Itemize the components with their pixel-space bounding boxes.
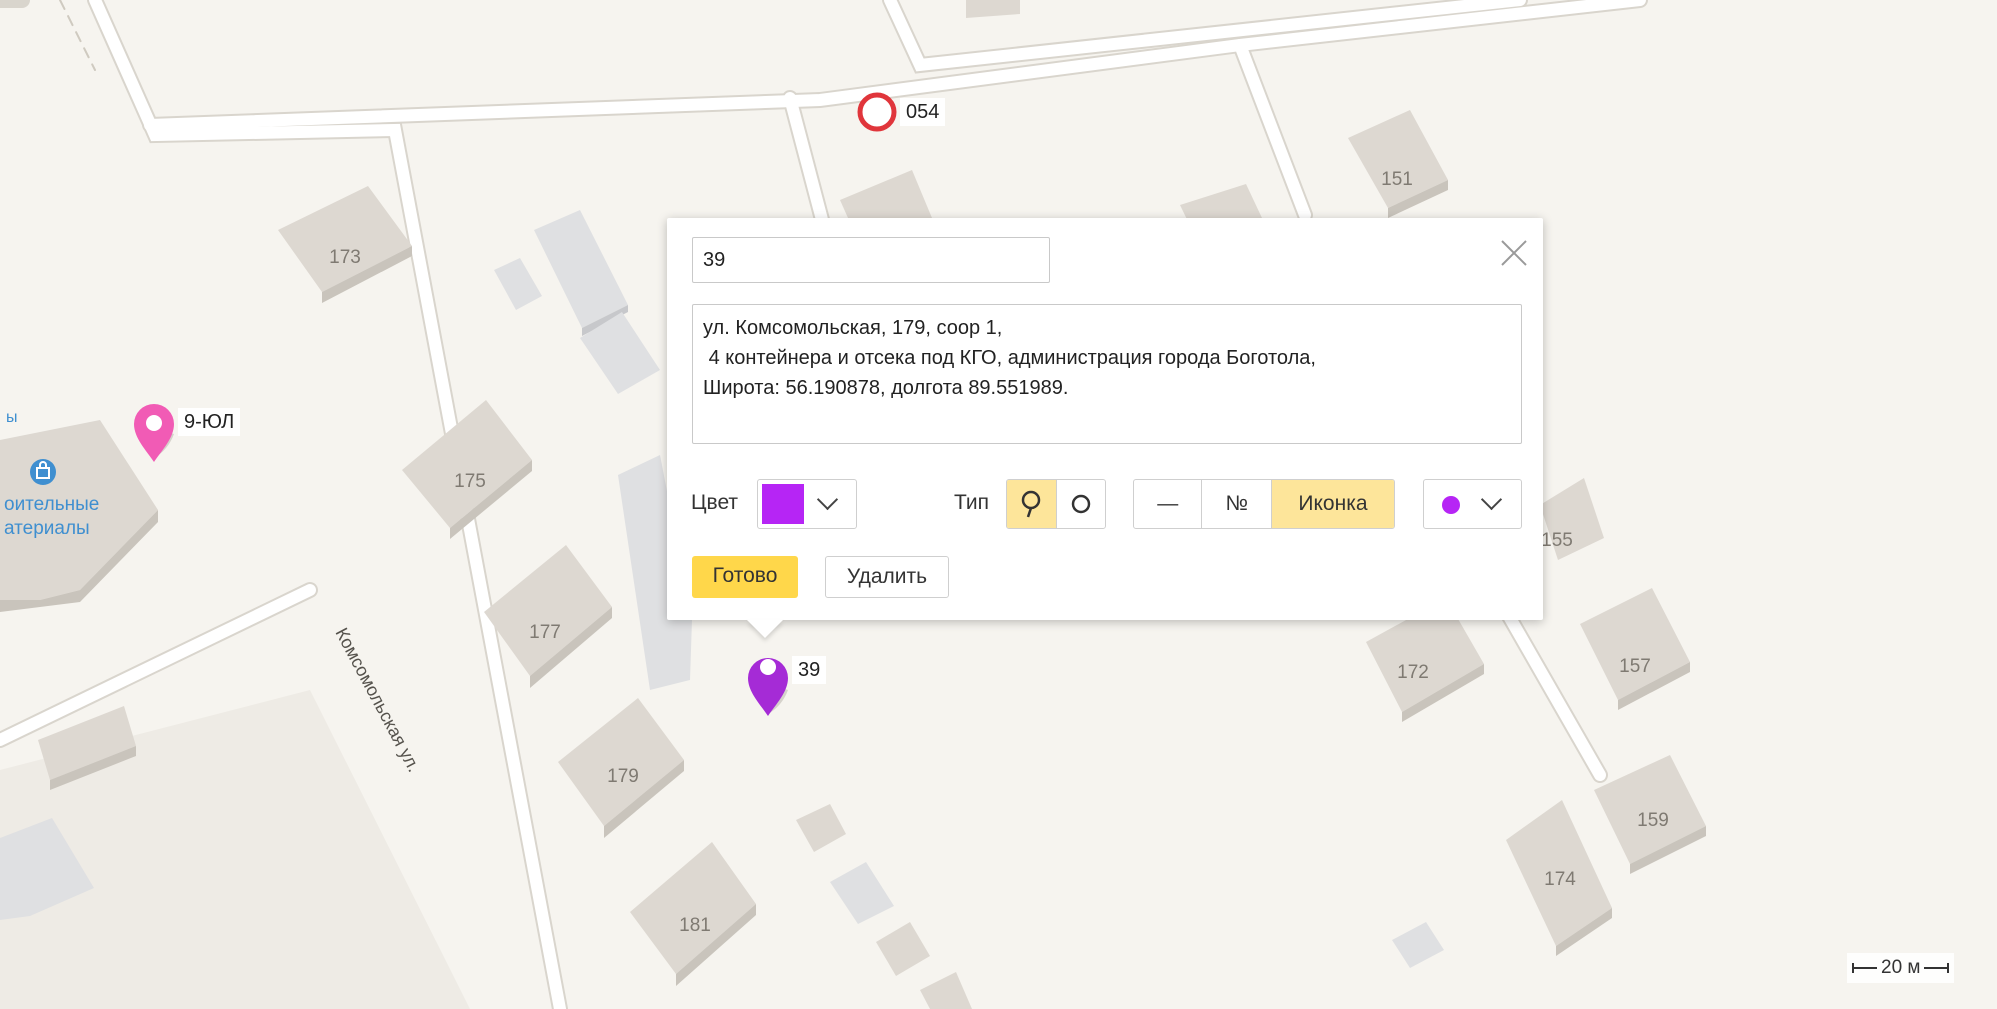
- marker-label-054: 054: [900, 98, 946, 126]
- color-select[interactable]: [757, 479, 857, 529]
- building-number: 172: [1397, 662, 1429, 683]
- close-icon: [1501, 240, 1527, 266]
- map-scale: 20 м: [1847, 953, 1955, 983]
- poi-label-line2: атериалы: [4, 518, 90, 539]
- svg-text:ы: ы: [6, 409, 18, 426]
- marker-054[interactable]: [857, 92, 897, 132]
- type-toggle: [1006, 479, 1106, 529]
- close-button[interactable]: [1497, 236, 1531, 270]
- circle-icon: [1071, 494, 1091, 514]
- building-number: 157: [1619, 656, 1651, 677]
- color-swatch: [762, 484, 804, 524]
- chevron-down-icon: [1480, 488, 1503, 511]
- caption-option-icon[interactable]: Иконка: [1270, 480, 1394, 528]
- marker-label-9-yul: 9-ЮЛ: [178, 408, 241, 436]
- building-number: 173: [329, 247, 361, 268]
- building-number: 181: [679, 915, 711, 936]
- icon-select[interactable]: [1423, 479, 1522, 529]
- color-label: Цвет: [691, 491, 739, 514]
- building-number: 179: [607, 766, 639, 787]
- caption-option-number[interactable]: №: [1201, 480, 1270, 528]
- description-textarea[interactable]: ул. Комсомольская, 179, соор 1, 4 контей…: [692, 304, 1522, 444]
- chevron-down-icon: [816, 488, 839, 511]
- editor-tail: [747, 620, 783, 638]
- building-number: 175: [454, 471, 486, 492]
- name-input[interactable]: [692, 237, 1050, 283]
- pin-icon: [1022, 490, 1041, 518]
- scale-bar-right-icon: [1924, 963, 1950, 973]
- poi-label-line1: оительные: [4, 494, 99, 515]
- building-number: 155: [1541, 530, 1573, 551]
- building-number: 174: [1544, 869, 1576, 890]
- circle-marker-icon: [857, 92, 897, 132]
- type-option-circle[interactable]: [1055, 480, 1105, 528]
- caption-toggle: — № Иконка: [1133, 479, 1395, 529]
- dot-icon: [1442, 496, 1460, 514]
- building-number: 151: [1381, 169, 1413, 190]
- scale-label: 20 м: [1881, 957, 1921, 978]
- scale-bar-left-icon: [1852, 963, 1877, 973]
- placemark-editor: ул. Комсомольская, 179, соор 1, 4 контей…: [667, 218, 1543, 638]
- building-number: 177: [529, 622, 561, 643]
- building-number: 159: [1637, 810, 1669, 831]
- type-option-pin[interactable]: [1007, 480, 1056, 528]
- caption-option-none[interactable]: —: [1134, 480, 1201, 528]
- type-label: Тип: [954, 491, 990, 514]
- delete-button[interactable]: Удалить: [825, 556, 949, 598]
- done-button[interactable]: Готово: [692, 556, 798, 598]
- marker-label-39: 39: [792, 656, 827, 684]
